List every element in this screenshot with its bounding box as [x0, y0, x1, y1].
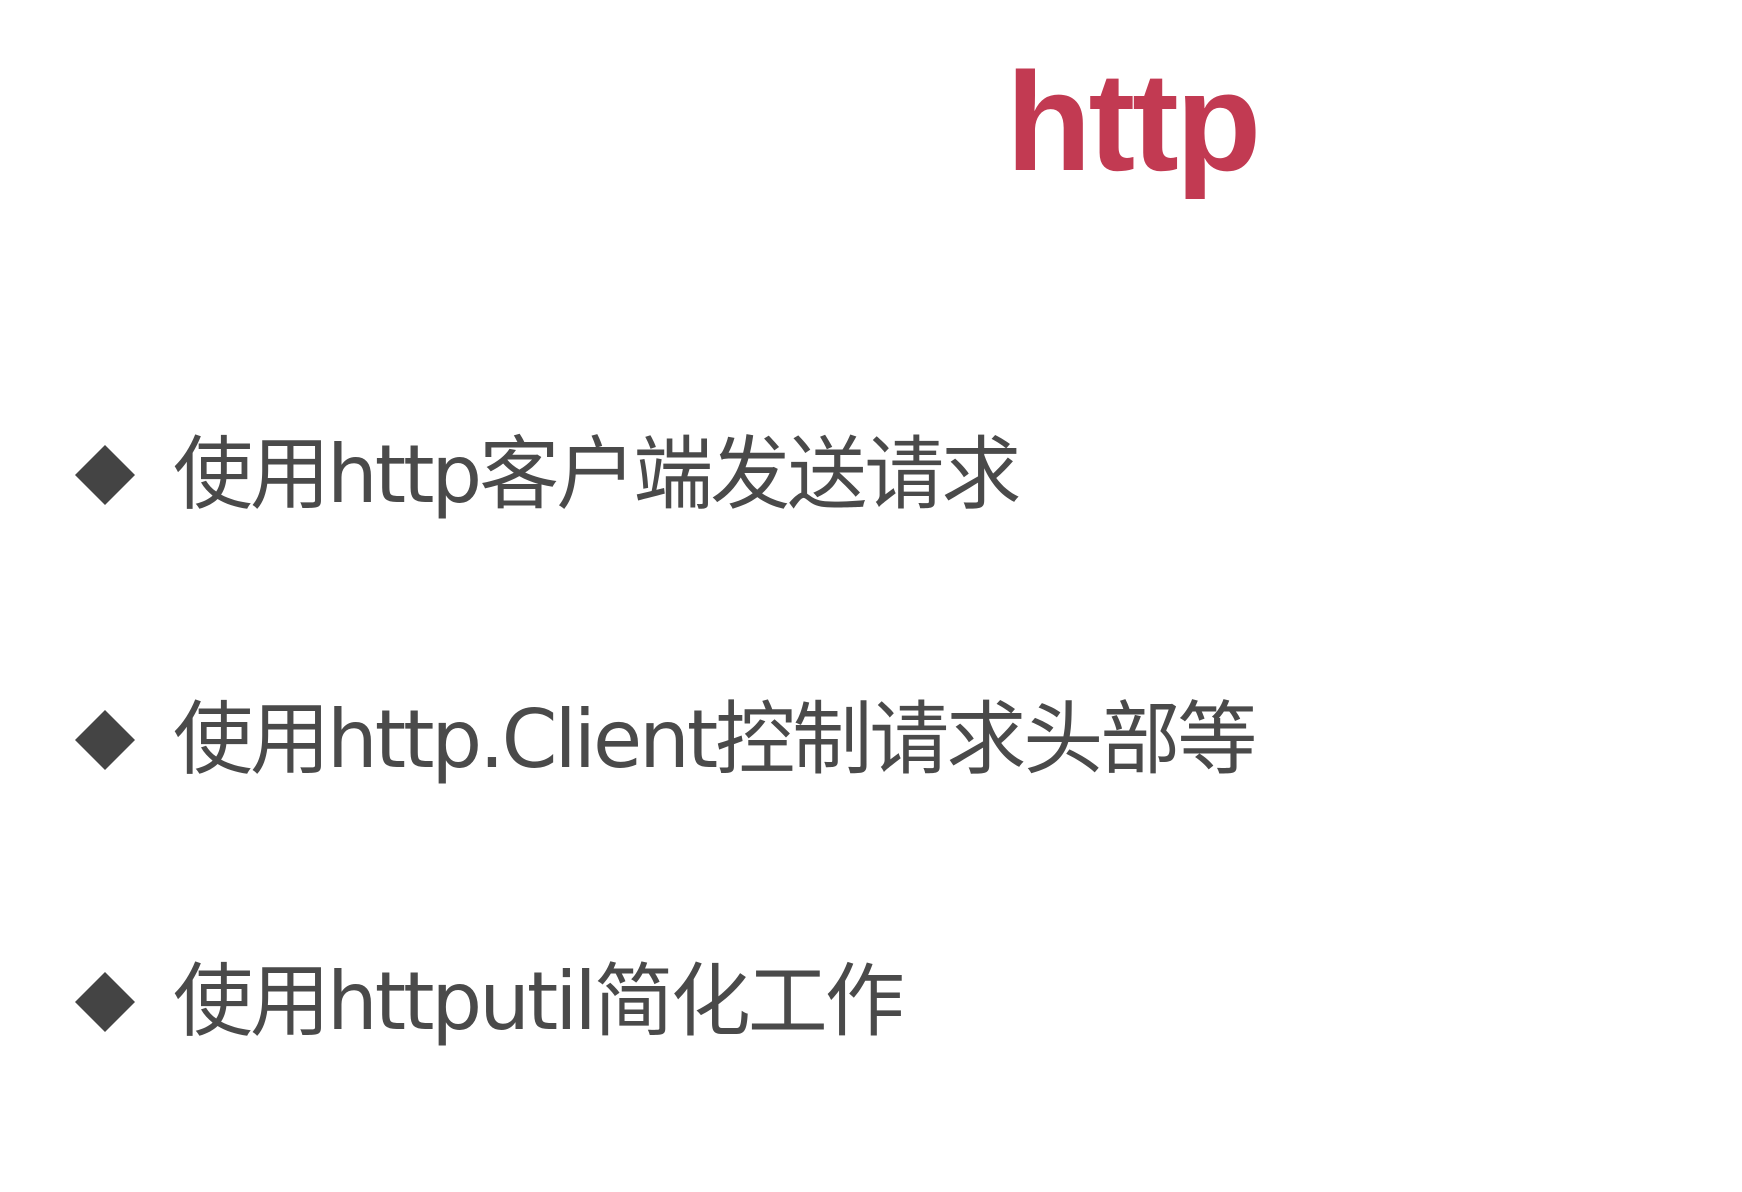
bullet-text: 使用http.Client控制请求头部等 — [173, 693, 1257, 786]
bullet-item: 使用httputil简化工作 — [75, 952, 905, 1052]
slide: http 使用http客户端发送请求 使用http.Client控制请求头部等 … — [0, 0, 1742, 1192]
diamond-icon — [75, 972, 135, 1032]
diamond-icon — [75, 445, 135, 505]
bullet-item: 使用http客户端发送请求 — [75, 425, 1021, 525]
diamond-icon — [75, 710, 135, 770]
bullet-text: 使用http客户端发送请求 — [173, 428, 1021, 521]
bullet-item: 使用http.Client控制请求头部等 — [75, 690, 1257, 790]
slide-title: http — [1006, 43, 1261, 200]
bullet-text: 使用httputil简化工作 — [173, 955, 905, 1048]
